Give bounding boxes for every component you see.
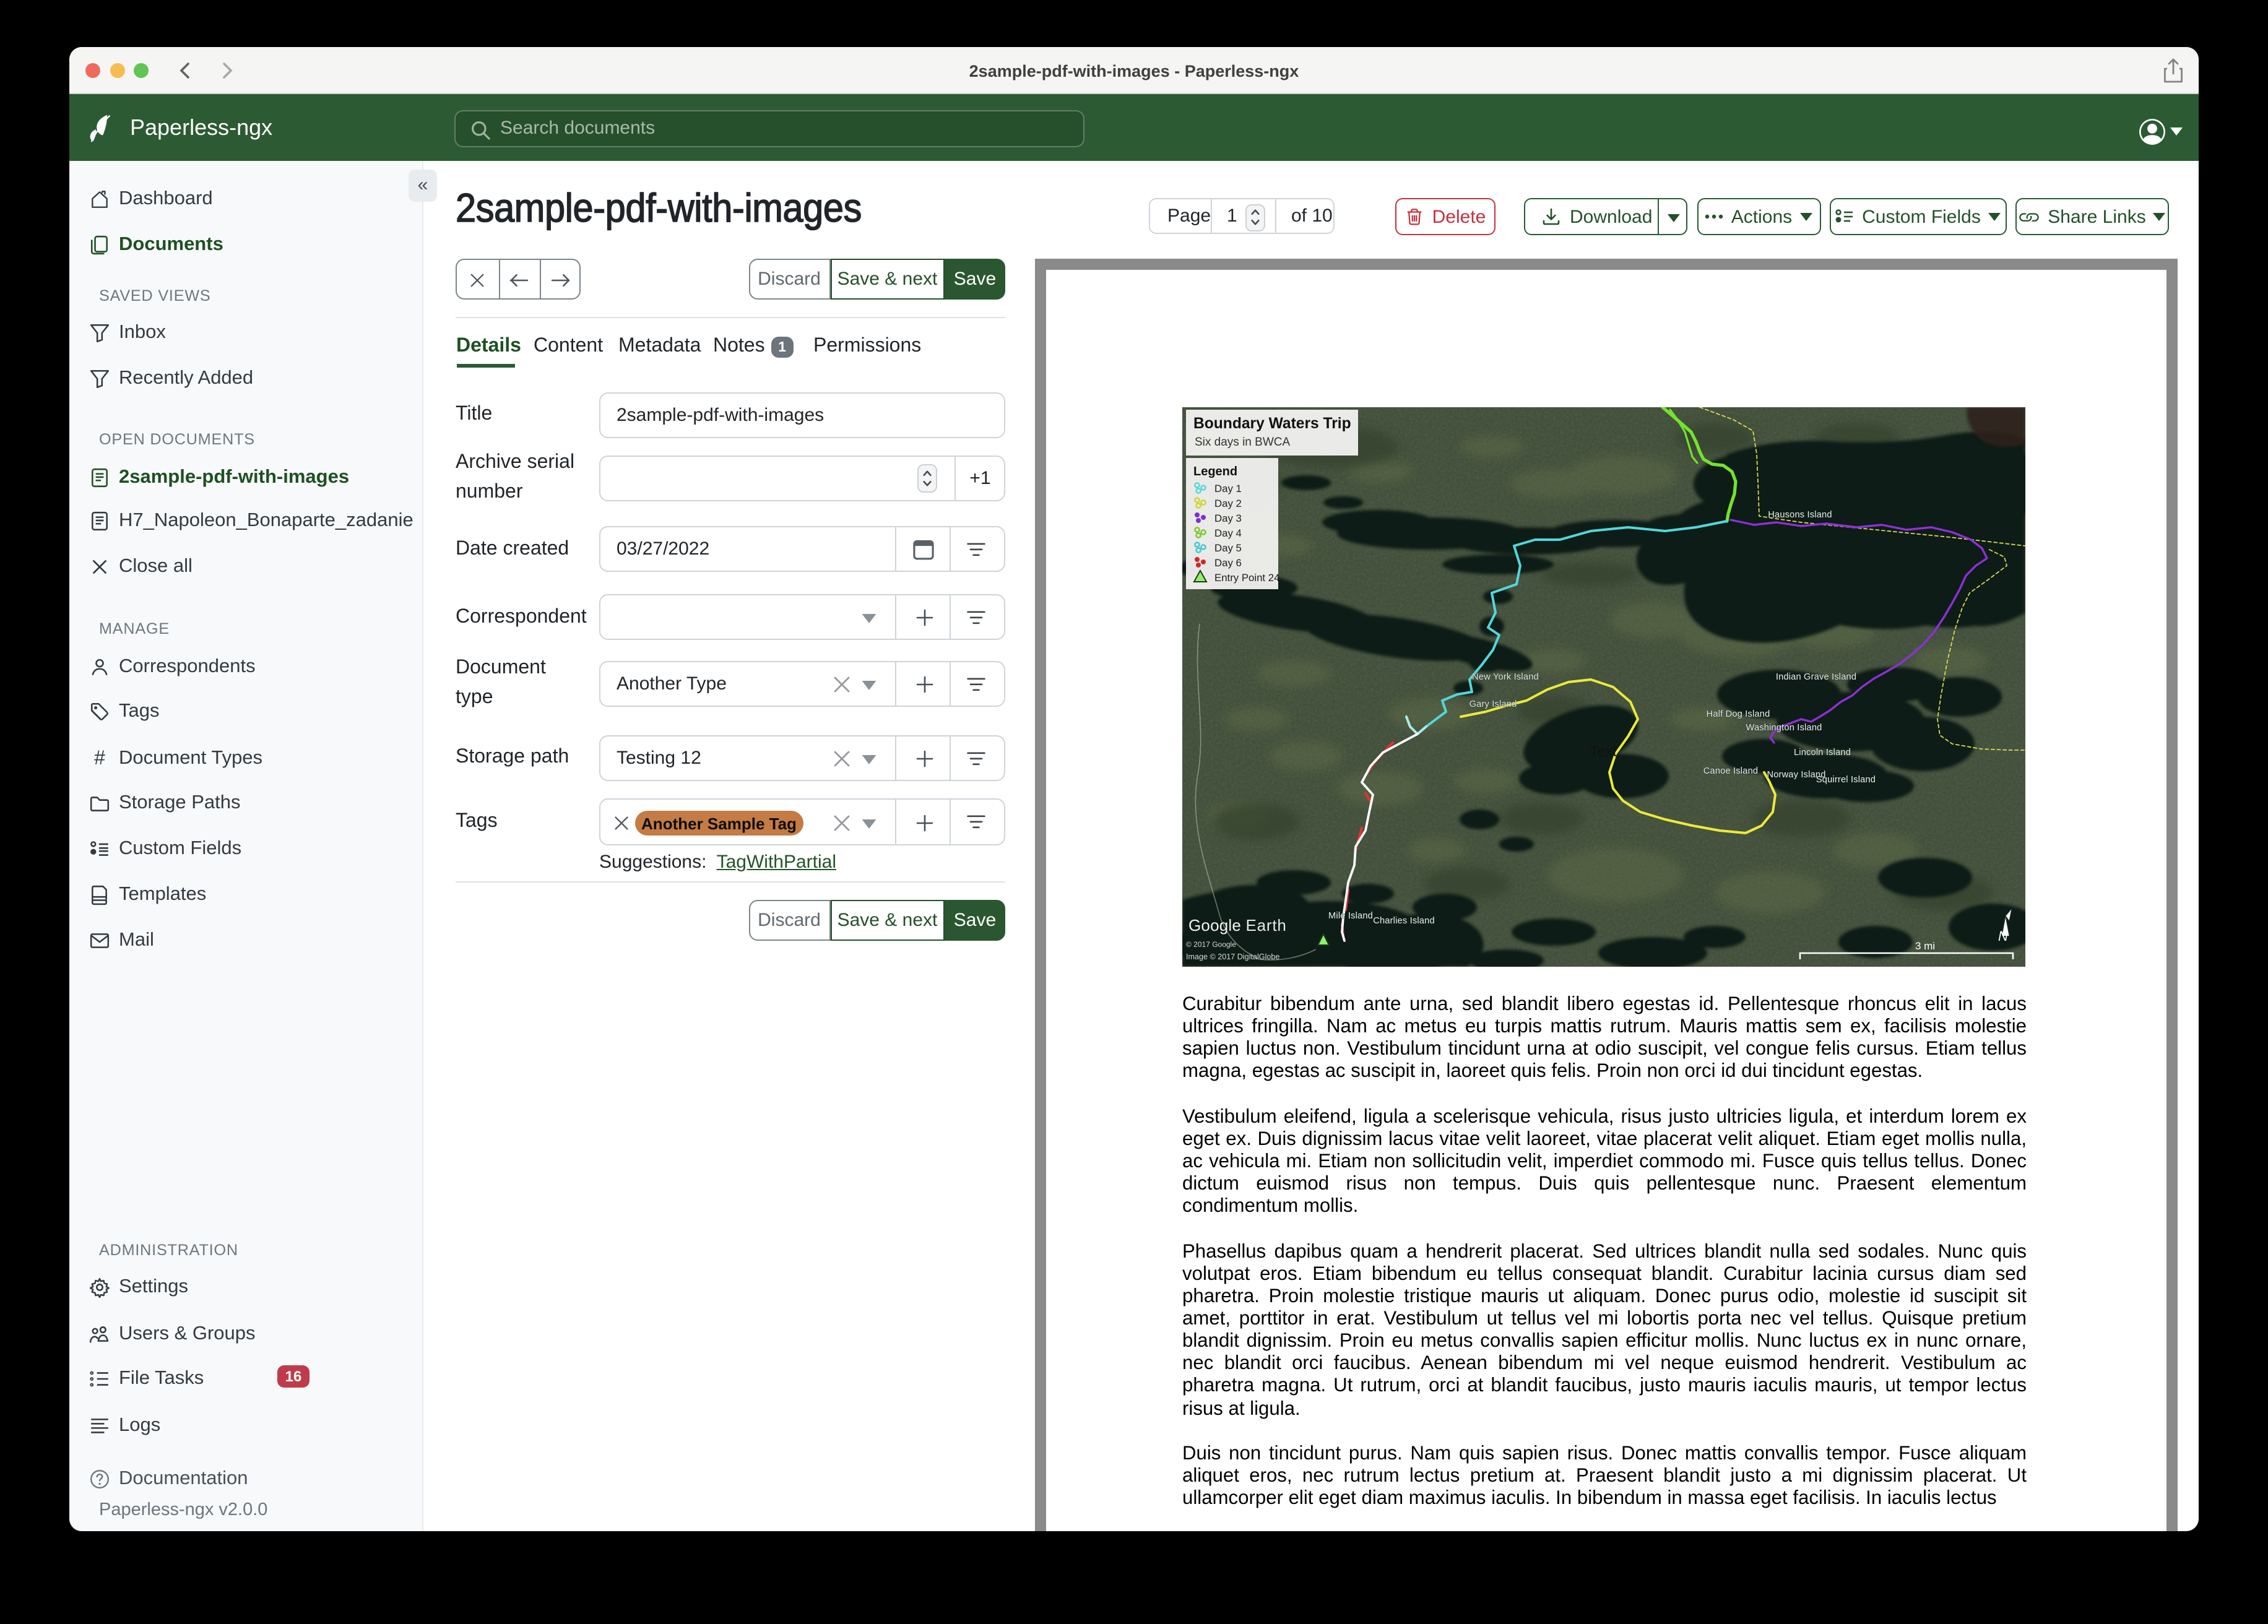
svg-text:Squirrel Island: Squirrel Island (1816, 775, 1876, 785)
svg-text:Text: Text (1590, 743, 1617, 760)
svg-text:Day 5: Day 5 (1214, 542, 1242, 554)
svg-text:Day 2: Day 2 (1214, 498, 1242, 509)
svg-text:New York Island: New York Island (1472, 672, 1539, 682)
svg-text:Day 1: Day 1 (1214, 483, 1242, 495)
svg-text:Mile Island: Mile Island (1328, 911, 1373, 921)
svg-text:Legend: Legend (1193, 465, 1237, 478)
svg-text:Washington Island: Washington Island (1746, 723, 1822, 733)
svg-text:© 2017 Google: © 2017 Google (1186, 940, 1236, 949)
svg-text:Boundary Waters Trip: Boundary Waters Trip (1193, 415, 1351, 432)
svg-text:Gary Island: Gary Island (1469, 699, 1517, 709)
svg-text:Lincoln Island: Lincoln Island (1794, 748, 1851, 758)
svg-text:Day 6: Day 6 (1214, 557, 1242, 569)
svg-text:Day 4: Day 4 (1214, 527, 1242, 539)
svg-text:Indian Grave Island: Indian Grave Island (1776, 672, 1856, 682)
svg-text:Entry Point 24: Entry Point 24 (1214, 572, 1279, 584)
svg-text:Canoe Island: Canoe Island (1703, 766, 1758, 776)
svg-text:Day 3: Day 3 (1214, 512, 1242, 524)
svg-text:N: N (1998, 928, 2008, 944)
svg-text:Six days in BWCA: Six days in BWCA (1195, 436, 1290, 449)
svg-text:Google Earth: Google Earth (1188, 916, 1287, 935)
svg-text:Hausons Island: Hausons Island (1768, 510, 1832, 520)
svg-text:Image © 2017 DigitalGlobe: Image © 2017 DigitalGlobe (1186, 952, 1279, 961)
svg-text:3 mi: 3 mi (1915, 940, 1935, 952)
svg-text:Half Dog Island: Half Dog Island (1707, 709, 1770, 719)
svg-text:Charlies Island: Charlies Island (1373, 916, 1435, 926)
